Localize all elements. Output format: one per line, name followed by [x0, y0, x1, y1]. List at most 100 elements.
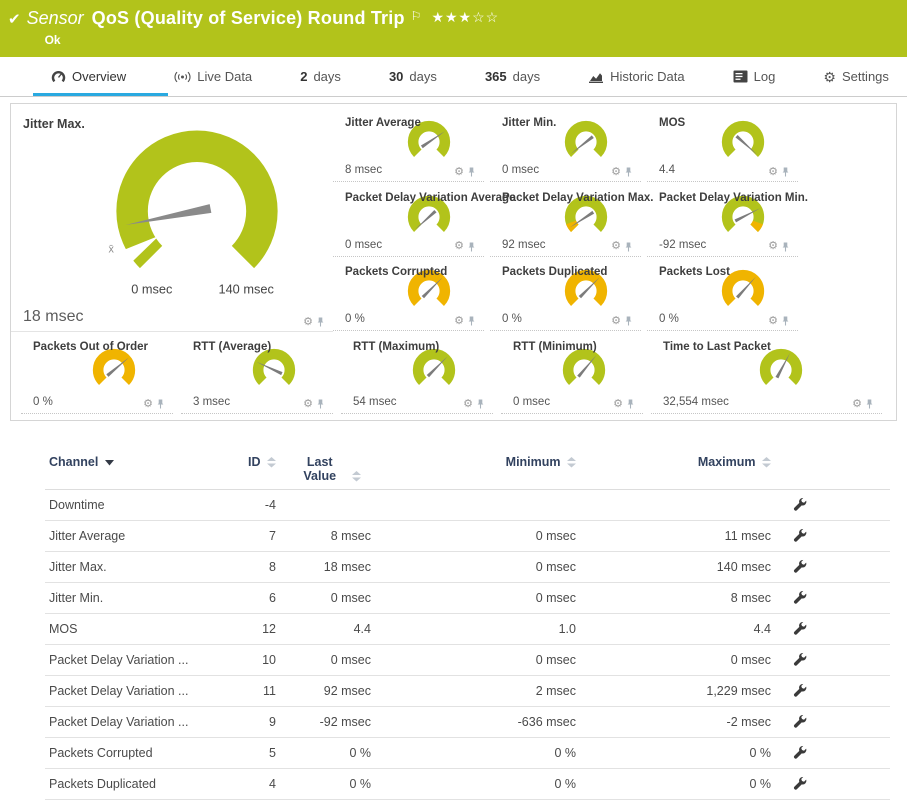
- gear-icon[interactable]: ⚙: [454, 167, 464, 178]
- tab-number: 2: [300, 69, 307, 84]
- cell-minimum: 1.0: [375, 614, 580, 645]
- tab-live-data[interactable]: Live Data: [168, 57, 258, 96]
- tab-historic-data[interactable]: Historic Data: [582, 57, 690, 96]
- gauge-value: 0 %: [659, 313, 679, 325]
- pin-icon[interactable]: [781, 166, 790, 178]
- sensor-header: ✔ Sensor QoS (Quality of Service) Round …: [0, 0, 907, 57]
- column-header-actions: [775, 449, 825, 490]
- channel-settings-wrench-icon[interactable]: [793, 528, 807, 545]
- gear-icon[interactable]: ⚙: [611, 167, 621, 178]
- gear-icon[interactable]: ⚙: [143, 399, 153, 410]
- table-row: Packet Delay Variation ... 9 -92 msec -6…: [45, 707, 890, 738]
- gauge-cell-packets-lost: Packets Lost 0 % ⚙: [647, 257, 798, 331]
- pin-icon[interactable]: [781, 315, 790, 327]
- pin-icon[interactable]: [467, 241, 476, 253]
- cell-channel: Jitter Min.: [45, 583, 235, 614]
- gear-icon[interactable]: ⚙: [454, 316, 464, 327]
- gear-icon[interactable]: ⚙: [303, 317, 313, 328]
- column-header-id[interactable]: ID: [235, 449, 280, 490]
- cell-id: 12: [235, 614, 280, 645]
- tab-label: Settings: [842, 69, 889, 84]
- channel-settings-wrench-icon[interactable]: [793, 683, 807, 700]
- cell-spacer: [825, 769, 890, 800]
- gauge-label: Jitter Min.: [502, 117, 556, 129]
- cell-last-value: 92 msec: [280, 676, 375, 707]
- gear-icon[interactable]: ⚙: [768, 241, 778, 252]
- cell-channel: Packet Delay Variation ...: [45, 676, 235, 707]
- cell-minimum: 0 msec: [375, 583, 580, 614]
- column-header-minimum[interactable]: Minimum: [375, 449, 580, 490]
- gear-icon[interactable]: ⚙: [454, 241, 464, 252]
- pin-icon[interactable]: [467, 166, 476, 178]
- cell-minimum: 0 msec: [375, 552, 580, 583]
- gear-icon[interactable]: ⚙: [611, 316, 621, 327]
- tab-log[interactable]: Log: [727, 57, 782, 96]
- cell-id: 11: [235, 676, 280, 707]
- channel-settings-wrench-icon[interactable]: [793, 745, 807, 762]
- cell-id: -4: [235, 490, 280, 521]
- gauge-value: 4.4: [659, 164, 675, 176]
- cell-last-value: 0 msec: [280, 645, 375, 676]
- gauge-label: Packets Out of Order: [33, 341, 148, 353]
- channel-settings-wrench-icon[interactable]: [793, 559, 807, 576]
- column-header-maximum[interactable]: Maximum: [580, 449, 775, 490]
- cell-spacer: [825, 707, 890, 738]
- tab-settings[interactable]: ⚙ Settings: [817, 57, 895, 96]
- gauge-cell-packets-duplicated: Packets Duplicated 0 % ⚙: [490, 257, 641, 331]
- column-header-channel[interactable]: Channel: [45, 449, 235, 490]
- tab-overview[interactable]: Overview: [45, 57, 132, 96]
- priority-stars[interactable]: ★★★☆☆: [431, 9, 499, 26]
- column-header-last-value[interactable]: Last Value: [280, 449, 375, 490]
- gear-icon[interactable]: ⚙: [852, 399, 862, 410]
- bottom-gauge-row: Packets Out of Order 0 % ⚙ RTT (Average)…: [11, 332, 890, 420]
- gauge-label: RTT (Average): [193, 341, 271, 353]
- pin-icon[interactable]: [476, 398, 485, 410]
- tab-2-days[interactable]: 2 days: [294, 57, 347, 96]
- gauge-warning-tip: [754, 222, 758, 228]
- channel-settings-wrench-icon[interactable]: [793, 776, 807, 793]
- channel-settings-wrench-icon[interactable]: [793, 621, 807, 638]
- pin-icon[interactable]: [781, 241, 790, 253]
- cell-channel: Downtime: [45, 490, 235, 521]
- pin-icon[interactable]: [624, 241, 633, 253]
- cell-minimum: 0 %: [375, 738, 580, 769]
- stars-filled[interactable]: ★★★: [431, 9, 472, 25]
- channel-settings-wrench-icon[interactable]: [793, 497, 807, 514]
- channel-settings-wrench-icon[interactable]: [793, 714, 807, 731]
- cell-id: 8: [235, 552, 280, 583]
- gear-icon[interactable]: ⚙: [613, 399, 623, 410]
- tab-30-days[interactable]: 30 days: [383, 57, 443, 96]
- gear-icon[interactable]: ⚙: [303, 399, 313, 410]
- channel-settings-wrench-icon[interactable]: [793, 652, 807, 669]
- pin-icon[interactable]: [316, 398, 325, 410]
- gauge-cell-pdv-max: Packet Delay Variation Max. 92 msec ⚙: [490, 183, 641, 257]
- sort-desc-icon: [105, 460, 114, 466]
- cell-last-value: 0 %: [280, 769, 375, 800]
- gauge-value: 3 msec: [193, 396, 230, 408]
- priority-flag-icon[interactable]: ⚐: [411, 9, 422, 23]
- gear-icon[interactable]: ⚙: [611, 241, 621, 252]
- pin-icon[interactable]: [467, 315, 476, 327]
- pin-icon[interactable]: [865, 398, 874, 410]
- stars-empty[interactable]: ☆☆: [472, 9, 499, 25]
- pin-icon[interactable]: [624, 166, 633, 178]
- cell-maximum: 140 msec: [580, 552, 775, 583]
- column-label: ID: [248, 455, 261, 469]
- pin-icon[interactable]: [316, 316, 325, 328]
- pin-icon[interactable]: [156, 398, 165, 410]
- gear-icon[interactable]: ⚙: [463, 399, 473, 410]
- gauge-value: 92 msec: [502, 239, 545, 251]
- table-row: Jitter Min. 6 0 msec 0 msec 8 msec: [45, 583, 890, 614]
- gauge-label: RTT (Maximum): [353, 341, 439, 353]
- tab-365-days[interactable]: 365 days: [479, 57, 546, 96]
- average-marker: x̄: [109, 243, 115, 255]
- channel-settings-wrench-icon[interactable]: [793, 590, 807, 607]
- pin-icon[interactable]: [624, 315, 633, 327]
- pin-icon[interactable]: [626, 398, 635, 410]
- cell-channel: Jitter Average: [45, 521, 235, 552]
- tab-unit: days: [409, 69, 436, 84]
- gear-icon[interactable]: ⚙: [768, 167, 778, 178]
- log-icon: [733, 70, 748, 83]
- gear-icon[interactable]: ⚙: [768, 316, 778, 327]
- cell-minimum: 0 %: [375, 769, 580, 800]
